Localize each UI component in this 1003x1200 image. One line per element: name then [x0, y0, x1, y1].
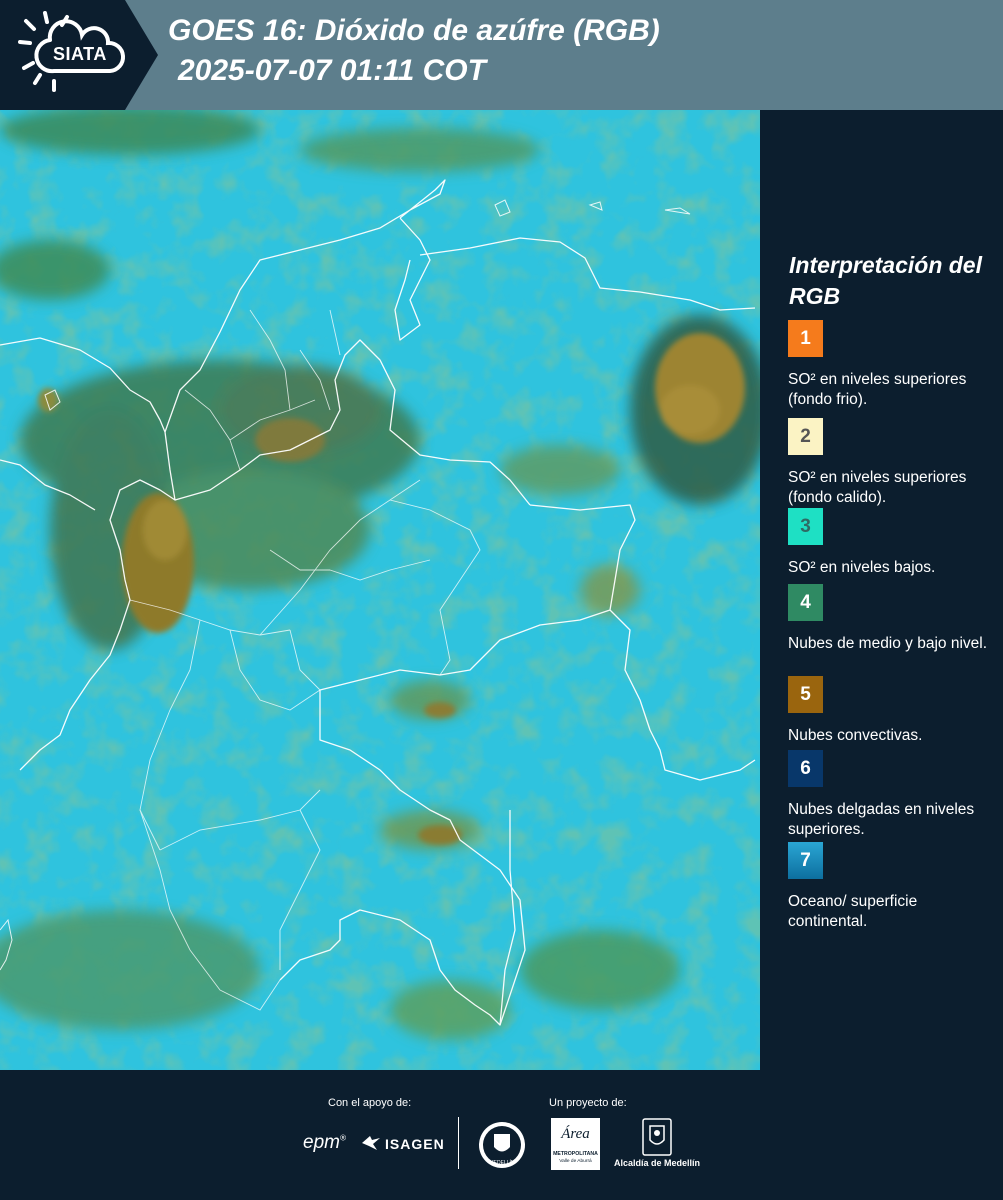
isagen-mark-icon [362, 1136, 380, 1150]
legend-label: Nubes delgadas en niveles superiores. [788, 801, 975, 838]
alcaldia-label: Alcaldía de Medellín [614, 1158, 701, 1168]
footer-sponsors: Con el apoyo de: Un proyecto de: epm® IS… [0, 1070, 1003, 1200]
epm-logo-text: epm [303, 1132, 340, 1153]
legend-number: 1 [800, 328, 811, 349]
legend-swatch: 4 [788, 584, 823, 621]
support-label: Con el apoyo de: [328, 1097, 412, 1109]
legend-swatch: 1 [788, 320, 823, 357]
project-label: Un proyecto de: [549, 1097, 627, 1109]
area-metropolitana-brand: Área [561, 1126, 590, 1142]
legend-swatch: 3 [788, 508, 823, 545]
legend-label: Oceano/ superficie continental. [788, 893, 918, 930]
rgb-legend-panel: Interpretación del RGB 1 SO² en niveles … [760, 110, 1003, 1070]
logo-text: SIATA [53, 44, 107, 64]
legend-label: Nubes de medio y bajo nivel. [788, 635, 988, 652]
legend-number: 7 [800, 850, 811, 871]
alcaldia-shield-icon [642, 1118, 672, 1156]
legend-swatch: 5 [788, 676, 823, 713]
satellite-rgb-map [0, 110, 760, 1070]
legend-swatch: 7 [788, 842, 823, 879]
legend-number: 5 [800, 684, 811, 705]
legend-swatch: 6 [788, 750, 823, 787]
legend-number: 3 [800, 516, 811, 537]
area-metropolitana-logo: Área METROPOLITANA Valle de Aburrá [551, 1118, 600, 1170]
page-title: GOES 16: Dióxido de azúfre (RGB) [168, 14, 660, 47]
medellin-seal-icon: MEDELLÍN [479, 1122, 525, 1168]
area-metropolitana-line1: METROPOLITANA [553, 1151, 598, 1157]
footer-divider [458, 1117, 459, 1169]
legend-label: Nubes convectivas. [788, 727, 923, 744]
svg-text:MEDELLÍN: MEDELLÍN [489, 1159, 514, 1166]
legend-number: 4 [800, 592, 811, 613]
legend-number: 6 [800, 758, 811, 779]
legend-label: SO² en niveles superiores (fondo calido)… [788, 469, 967, 506]
page-subtitle-datetime: 2025-07-07 01:11 COT [178, 54, 486, 87]
area-metropolitana-line2: Valle de Aburrá [559, 1159, 592, 1164]
epm-logo: epm® [303, 1132, 346, 1153]
legend-swatch: 2 [788, 418, 823, 455]
legend-title: Interpretación del RGB [789, 252, 982, 309]
isagen-logo: ISAGEN [360, 1134, 445, 1152]
isagen-logo-text: ISAGEN [385, 1136, 445, 1152]
legend-label: SO² en niveles superiores (fondo frio). [788, 371, 967, 408]
legend-number: 2 [800, 426, 811, 447]
legend-label: SO² en niveles bajos. [788, 559, 936, 576]
header-bar: SIATA GOES 16: Dióxido de azúfre (RGB) 2… [0, 0, 1003, 110]
